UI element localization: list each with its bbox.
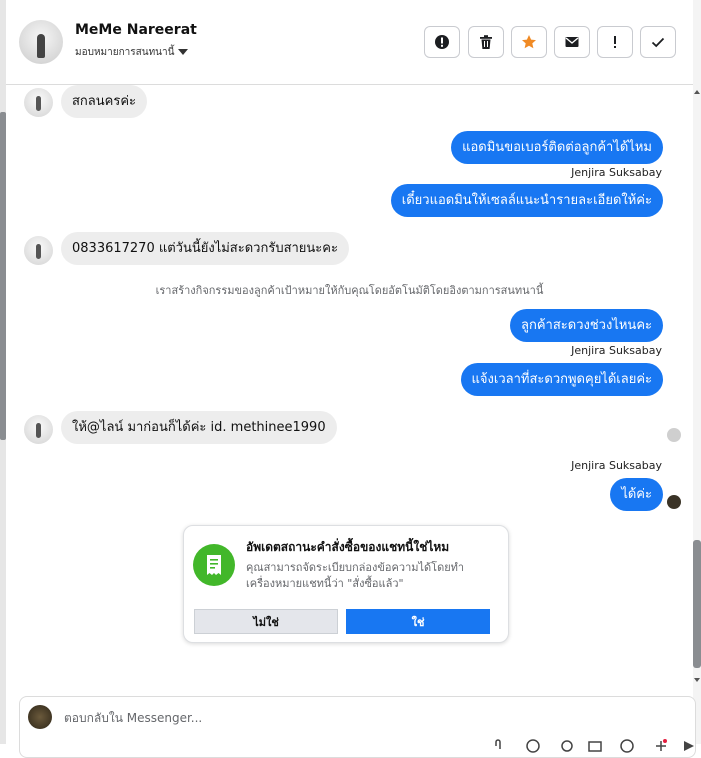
caret-down-icon [178,49,189,55]
star-button[interactable] [511,26,547,58]
saved-reply-icon[interactable] [654,739,668,753]
incoming-message[interactable]: สกลนครค่ะ [61,85,148,118]
mark-spam-button[interactable] [424,26,460,58]
follow-up-button[interactable] [597,26,633,58]
trash-icon [480,35,492,49]
assign-conversation-dropdown[interactable]: มอบหมายการสนทนานี้ [75,45,189,60]
envelope-icon [565,37,579,47]
page-avatar [28,705,52,729]
contact-avatar [24,88,53,117]
attachment-icon[interactable] [492,739,506,753]
scroll-down-arrow-icon[interactable] [694,678,700,682]
outgoing-message[interactable]: แอดมินขอเบอร์ติดต่อลูกค้าได้ไหม [451,131,663,164]
prompt-title: อัพเดตสถานะคำสั่งซื้อของแชทนี้ใช่ไหม [246,540,450,554]
outgoing-message[interactable]: เดี๋ยวแอดมินให้เซลล์แนะนำรายละเอียดให้ค่… [390,184,663,217]
reply-composer[interactable]: ตอบกลับใน Messenger... [19,696,696,758]
sender-name: Jenjira Suksabay [571,344,662,357]
system-notice: เราสร้างกิจกรรมของลูกค้าเป้าหมายให้กับคุ… [155,284,544,297]
outgoing-message[interactable]: ได้ค่ะ [610,478,663,511]
contact-avatar[interactable] [19,20,63,64]
outgoing-message[interactable]: แจ้งเวลาที่สะดวกพูดคุยได้เลยค่ะ [460,363,663,396]
order-status-prompt: อัพเดตสถานะคำสั่งซื้อของแชทนี้ใช่ไหม คุณ… [183,525,509,643]
prompt-description: คุณสามารถจัดระเบียบกล่องข้อความได้โดยทำเ… [246,561,465,590]
contact-avatar [24,415,53,444]
seen-indicator-avatar [667,428,681,442]
sender-name: Jenjira Suksabay [571,166,662,179]
star-icon [522,35,536,49]
send-icon[interactable] [682,739,696,753]
seen-indicator-avatar [667,495,681,509]
incoming-message[interactable]: ให้@ไลน์ มาก่อนก็ได้ค่ะ id. methinee1990 [61,411,337,444]
exclamation-icon [614,36,616,48]
assign-label: มอบหมายการสนทนานี้ [75,47,175,58]
emoji-icon[interactable] [526,739,540,753]
alert-circle-icon [435,35,449,49]
incoming-message[interactable]: 0833617270 แต่วันนี้ยังไม่สะดวกรับสายนะค… [61,232,349,265]
check-icon [651,37,665,48]
receipt-icon [193,544,235,586]
no-button[interactable]: ไม่ใช่ [194,609,338,634]
reply-input[interactable]: ตอบกลับใน Messenger... [64,709,202,728]
mark-unread-button[interactable] [554,26,590,58]
gif-icon[interactable] [560,739,574,753]
scroll-up-arrow-icon[interactable] [694,90,700,94]
contact-avatar [24,236,53,265]
outgoing-message[interactable]: ลูกค้าสะดวงช่วงไหนคะ [510,309,663,342]
yes-button[interactable]: ใช่ [346,609,490,634]
mark-done-button[interactable] [640,26,676,58]
contact-name[interactable]: MeMe Nareerat [75,22,197,38]
conversation-header: MeMe Nareerat มอบหมายการสนทนานี้ [6,0,693,85]
delete-button[interactable] [468,26,504,58]
sender-name: Jenjira Suksabay [571,459,662,472]
right-scrollbar-thumb[interactable] [693,540,701,668]
sticker-icon[interactable] [620,739,634,753]
photo-icon[interactable] [588,739,602,753]
